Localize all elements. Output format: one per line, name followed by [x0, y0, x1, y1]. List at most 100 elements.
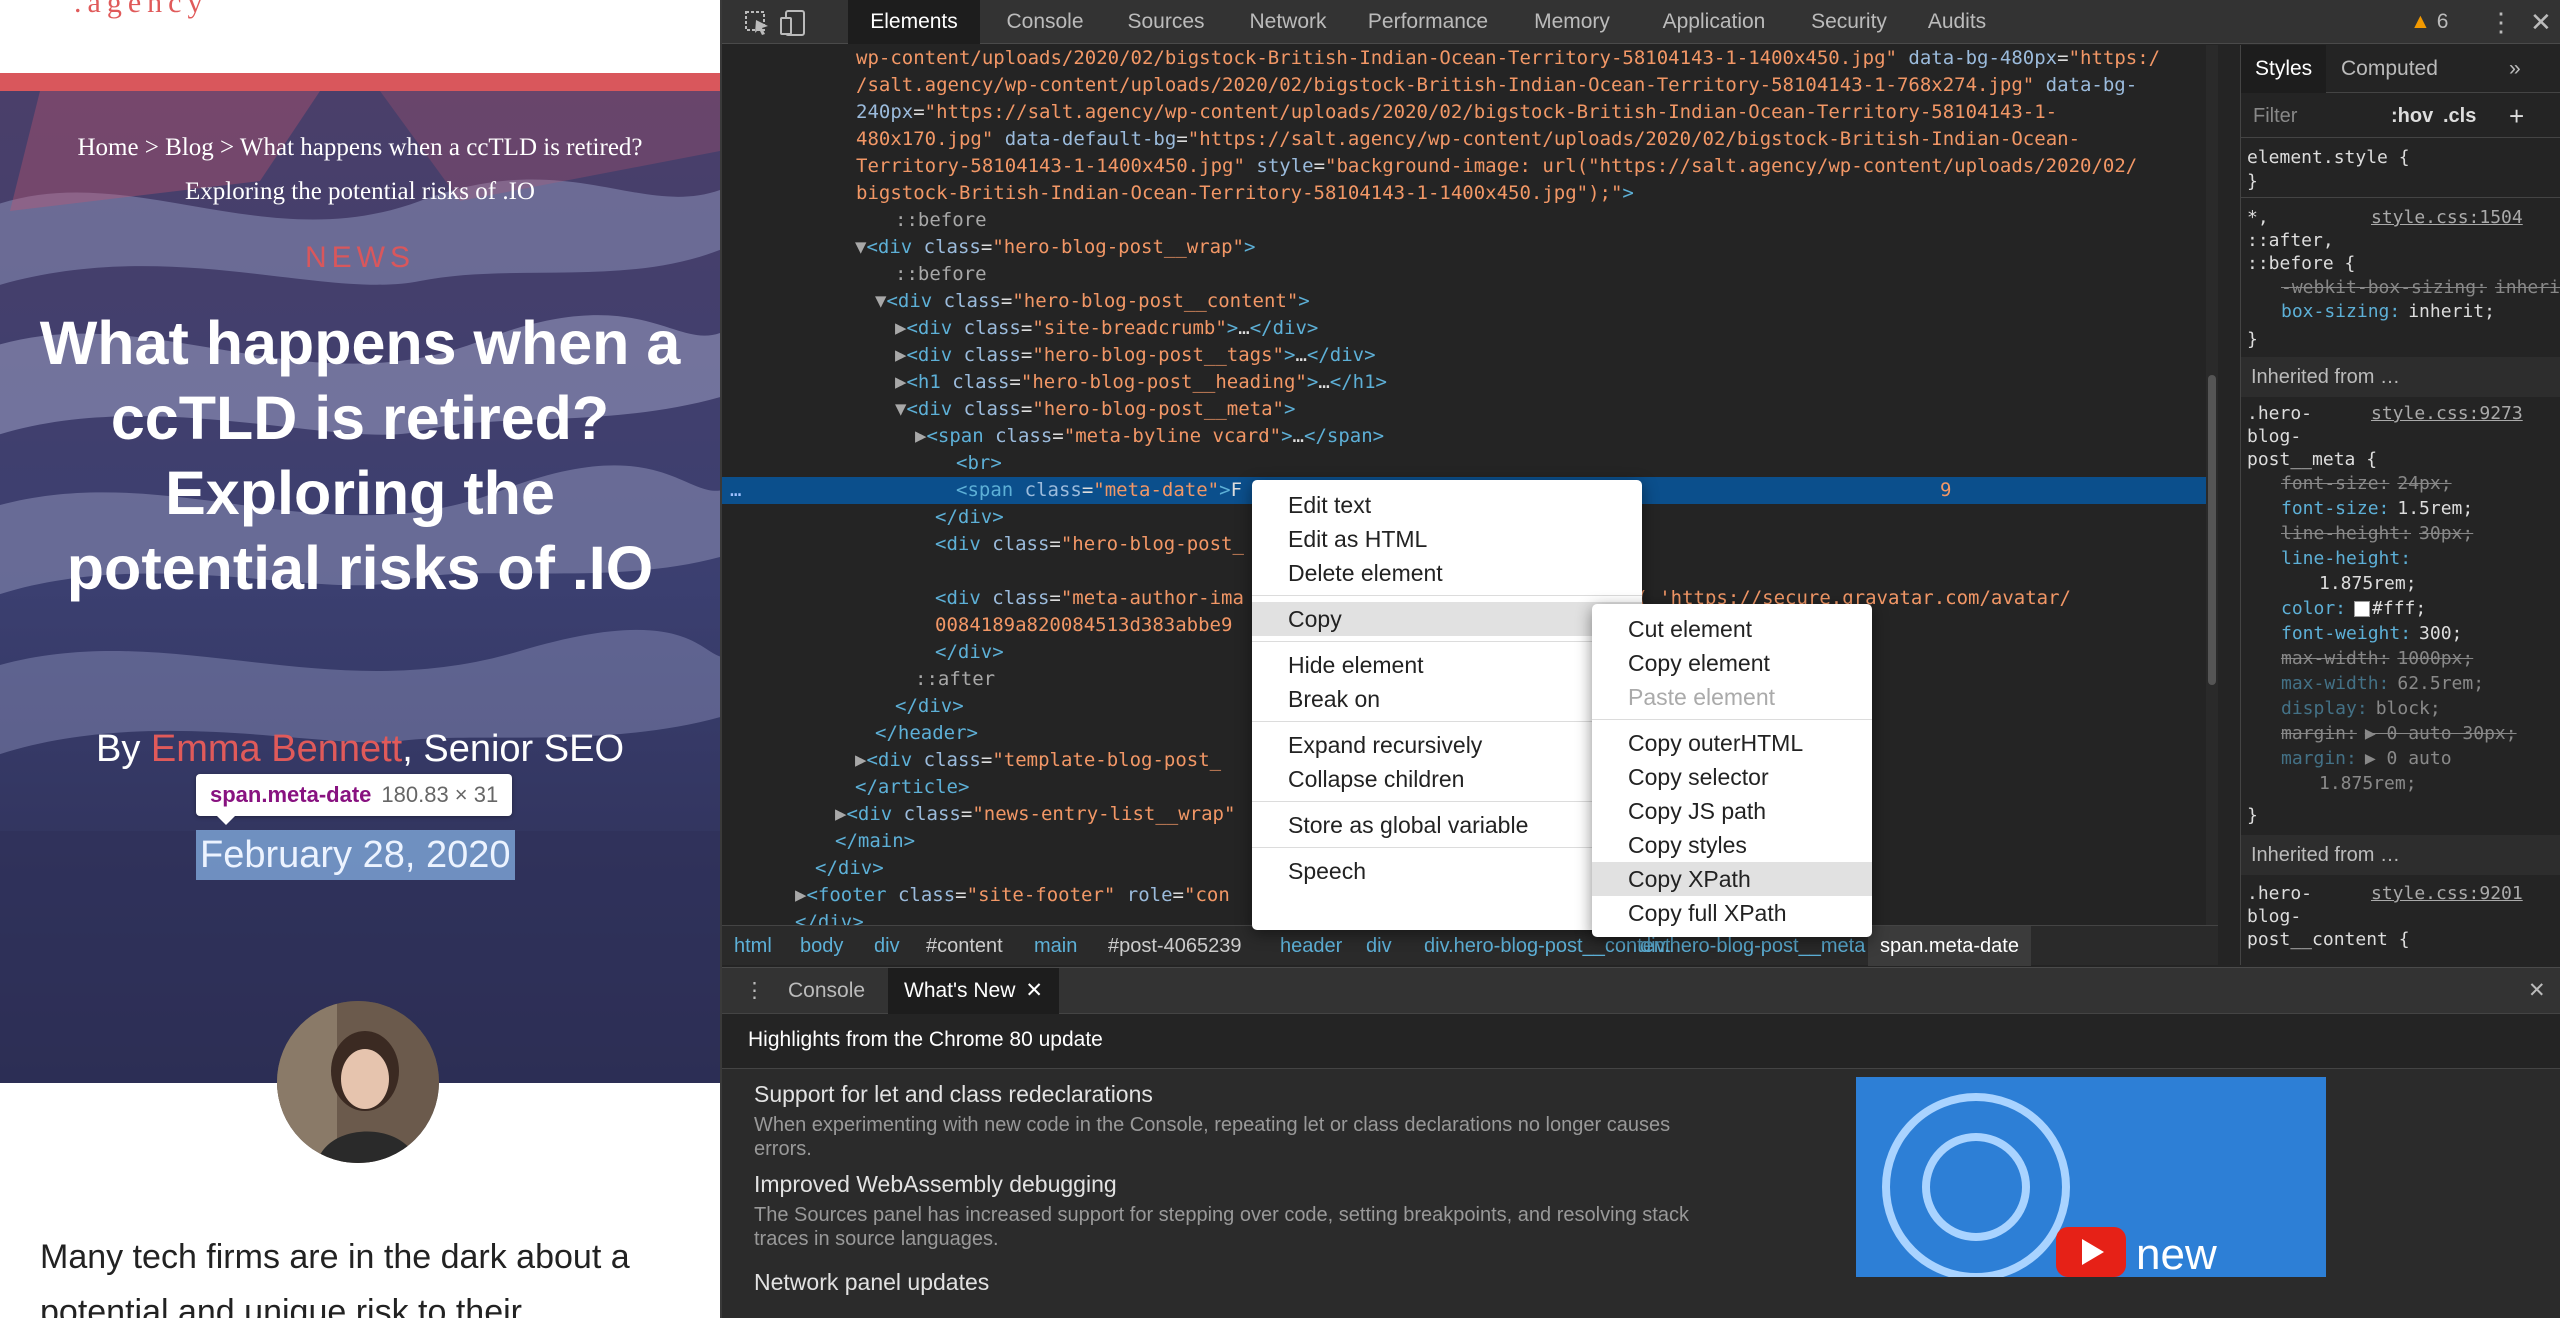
- drawer-tab-console[interactable]: Console: [788, 968, 865, 1014]
- style-property[interactable]: display: block;: [2241, 696, 2560, 721]
- menu-item-expand-recursively[interactable]: Expand recursively: [1252, 728, 1642, 762]
- more-tabs-icon[interactable]: »: [2509, 45, 2521, 93]
- menu-item-cut-element[interactable]: Cut element: [1592, 612, 1872, 646]
- tab-elements[interactable]: Elements: [848, 0, 980, 44]
- style-property[interactable]: 1.875rem;: [2241, 571, 2560, 596]
- rule-source-link[interactable]: style.css:9201: [2241, 881, 2560, 906]
- post-tag[interactable]: NEWS: [0, 241, 720, 275]
- path-crumb[interactable]: #post-4065239: [1108, 926, 1241, 966]
- path-crumb[interactable]: body: [800, 926, 843, 966]
- menu-item-store-as-global-variable[interactable]: Store as global variable: [1252, 808, 1642, 842]
- new-style-rule-button[interactable]: +: [2509, 94, 2524, 138]
- site-logo[interactable]: .agency: [74, 0, 208, 20]
- dom-node-line[interactable]: bigstock-British-Indian-Ocean-Territory-…: [722, 180, 2218, 207]
- menu-item-break-on[interactable]: Break on▶: [1252, 682, 1642, 716]
- dom-node-line[interactable]: ▶<div class="site-breadcrumb">…</div>: [722, 315, 2218, 342]
- dom-node-line[interactable]: ▶<span class="meta-byline vcard">…</span…: [722, 423, 2218, 450]
- dom-node-line[interactable]: <br>: [722, 450, 2218, 477]
- dom-node-line[interactable]: ▶<h1 class="hero-blog-post__heading">…</…: [722, 369, 2218, 396]
- style-property[interactable]: line-height:: [2241, 546, 2560, 571]
- menu-item-copy-styles[interactable]: Copy styles: [1592, 828, 1872, 862]
- feature-title[interactable]: Network panel updates: [754, 1269, 989, 1296]
- close-devtools-icon[interactable]: ✕: [2530, 0, 2552, 44]
- menu-item-edit-text[interactable]: Edit text: [1252, 488, 1642, 522]
- tab-styles[interactable]: Styles: [2241, 45, 2327, 93]
- dom-node-line[interactable]: Territory-58104143-1-1400x450.jpg" style…: [722, 153, 2218, 180]
- site-breadcrumb[interactable]: Home > Blog > What happens when a ccTLD …: [30, 126, 690, 214]
- warnings-counter[interactable]: ▲ 6: [2410, 0, 2448, 44]
- drawer-tab-whats-new[interactable]: What's New ✕: [888, 968, 1059, 1014]
- tab-sources[interactable]: Sources: [1110, 0, 1222, 44]
- dom-node-line[interactable]: ▼<div class="hero-blog-post__meta">: [722, 396, 2218, 423]
- menu-item-edit-as-html[interactable]: Edit as HTML: [1252, 522, 1642, 556]
- hover-state-button[interactable]: :hov: [2391, 94, 2433, 138]
- close-tab-icon[interactable]: ✕: [1025, 979, 1043, 1002]
- dom-node-line[interactable]: ▼<div class="hero-blog-post__content">: [722, 288, 2218, 315]
- style-property[interactable]: font-size: 24px;: [2241, 471, 2560, 496]
- dom-node-line[interactable]: ▼<div class="hero-blog-post__wrap">: [722, 234, 2218, 261]
- dom-node-line[interactable]: 480x170.jpg" data-default-bg="https://sa…: [722, 126, 2218, 153]
- feature-title[interactable]: Improved WebAssembly debugging: [754, 1171, 1117, 1198]
- path-crumb[interactable]: div: [874, 926, 900, 966]
- drawer-menu-icon[interactable]: ⋮: [744, 968, 765, 1014]
- tab-application[interactable]: Application: [1642, 0, 1786, 44]
- menu-item-copy-outerhtml[interactable]: Copy outerHTML: [1592, 726, 1872, 760]
- style-property[interactable]: max-width: 1000px;: [2241, 646, 2560, 671]
- style-property[interactable]: max-width: 62.5rem;: [2241, 671, 2560, 696]
- menu-item-copy-selector[interactable]: Copy selector: [1592, 760, 1872, 794]
- style-property[interactable]: -webkit-box-sizing: inherit;: [2241, 275, 2560, 300]
- tab-security[interactable]: Security: [1796, 0, 1902, 44]
- menu-item-collapse-children[interactable]: Collapse children: [1252, 762, 1642, 796]
- menu-item-hide-element[interactable]: Hide element: [1252, 648, 1642, 682]
- tab-computed[interactable]: Computed: [2341, 45, 2438, 93]
- dom-node-line[interactable]: wp-content/uploads/2020/02/bigstock-Brit…: [722, 45, 2218, 72]
- author-link[interactable]: Emma Bennett: [151, 728, 402, 770]
- style-property[interactable]: 1.875rem;: [2241, 771, 2560, 796]
- device-toolbar-icon[interactable]: [778, 6, 812, 38]
- dom-node-line[interactable]: ::before: [722, 207, 2218, 234]
- dom-node-line[interactable]: /salt.agency/wp-content/uploads/2020/02/…: [722, 72, 2218, 99]
- tab-audits[interactable]: Audits: [1912, 0, 2002, 44]
- tree-scroll-thumb[interactable]: [2208, 375, 2216, 685]
- style-property[interactable]: margin: ▶ 0 auto 30px;: [2241, 721, 2560, 746]
- tab-memory[interactable]: Memory: [1512, 0, 1632, 44]
- tree-token: ▶: [895, 317, 907, 339]
- element-style-rule[interactable]: element.style {: [2241, 145, 2560, 170]
- path-crumb[interactable]: span.meta-date: [1868, 926, 2031, 966]
- path-crumb[interactable]: header: [1280, 926, 1342, 966]
- video-thumbnail[interactable]: new: [1856, 1077, 2326, 1277]
- path-crumb[interactable]: main: [1034, 926, 1077, 966]
- menu-item-copy-full-xpath[interactable]: Copy full XPath: [1592, 896, 1872, 930]
- menu-item-copy-element[interactable]: Copy element: [1592, 646, 1872, 680]
- feature-title[interactable]: Support for let and class redeclarations: [754, 1081, 1153, 1108]
- style-property[interactable]: line-height: 30px;: [2241, 521, 2560, 546]
- style-property[interactable]: font-weight: 300;: [2241, 621, 2560, 646]
- selected-node-dots-icon[interactable]: …: [730, 477, 741, 504]
- style-property[interactable]: font-size: 1.5rem;: [2241, 496, 2560, 521]
- tab-performance[interactable]: Performance: [1354, 0, 1502, 44]
- class-toggle-button[interactable]: .cls: [2443, 94, 2476, 138]
- style-property[interactable]: box-sizing: inherit;: [2241, 299, 2560, 324]
- color-swatch-icon[interactable]: [2354, 601, 2371, 617]
- dom-node-line[interactable]: ▶<div class="hero-blog-post__tags">…</di…: [722, 342, 2218, 369]
- tab-console[interactable]: Console: [990, 0, 1100, 44]
- inspect-element-icon[interactable]: [740, 6, 774, 38]
- menu-item-delete-element[interactable]: Delete element: [1252, 556, 1642, 590]
- path-crumb[interactable]: #content: [926, 926, 1003, 966]
- more-options-icon[interactable]: ⋮: [2488, 0, 2514, 44]
- menu-item-copy-xpath[interactable]: Copy XPath: [1592, 862, 1872, 896]
- menu-item-copy-js-path[interactable]: Copy JS path: [1592, 794, 1872, 828]
- path-crumb[interactable]: html: [734, 926, 772, 966]
- styles-filter-input[interactable]: Filter: [2253, 94, 2297, 138]
- tab-network[interactable]: Network: [1232, 0, 1344, 44]
- rule-source-link[interactable]: style.css:9273: [2241, 401, 2560, 426]
- rule-source-link[interactable]: style.css:1504: [2241, 205, 2560, 230]
- style-property[interactable]: margin: ▶ 0 auto: [2241, 746, 2560, 771]
- menu-item-copy[interactable]: Copy▶: [1252, 602, 1642, 636]
- dom-node-line[interactable]: 240px="https://salt.agency/wp-content/up…: [722, 99, 2218, 126]
- close-drawer-icon[interactable]: ✕: [2528, 968, 2546, 1014]
- style-property[interactable]: color: #fff;: [2241, 596, 2560, 621]
- menu-item-speech[interactable]: Speech▶: [1252, 854, 1642, 888]
- dom-node-line[interactable]: ::before: [722, 261, 2218, 288]
- path-crumb[interactable]: div: [1366, 926, 1392, 966]
